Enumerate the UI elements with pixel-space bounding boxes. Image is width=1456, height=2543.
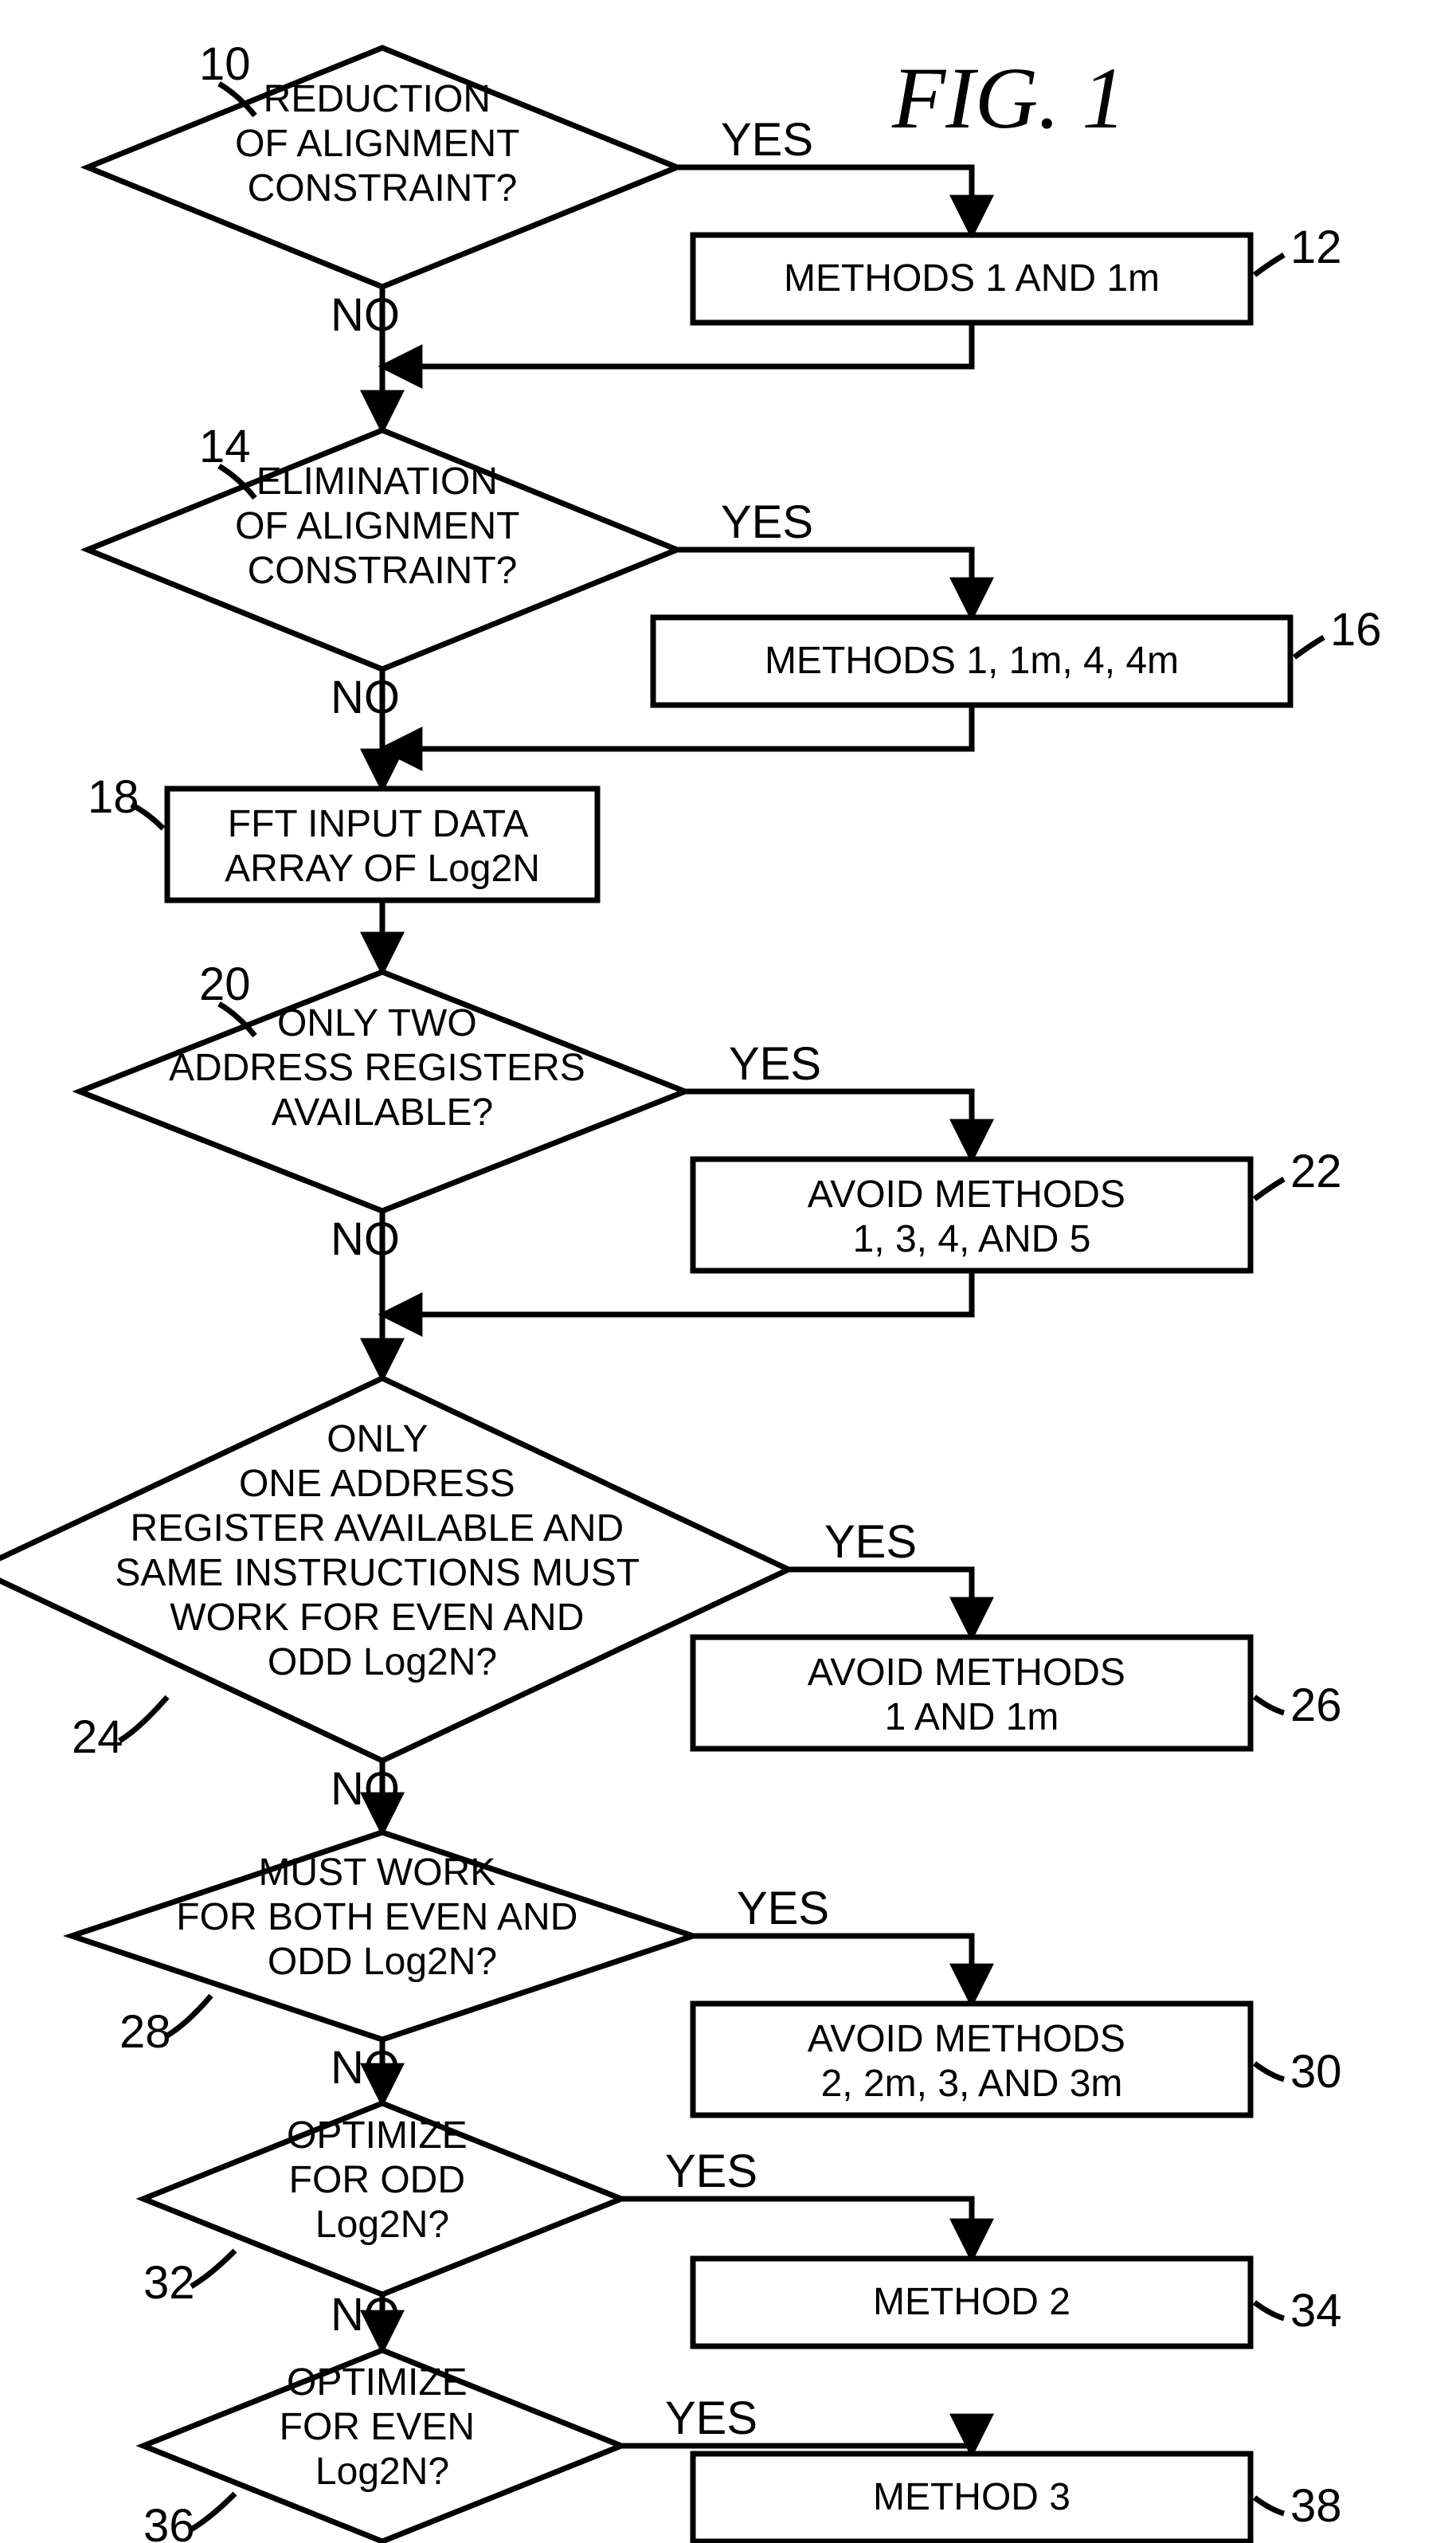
refnum-16: 16 — [1330, 604, 1382, 656]
process-30: AVOID METHODS 2, 2m, 3, AND 3m — [693, 2004, 1251, 2115]
label-20-no: NO — [331, 1213, 400, 1265]
leader-26 — [1254, 1697, 1284, 1713]
leader-22 — [1254, 1179, 1284, 1199]
label-10-yes: YES — [721, 114, 813, 166]
refnum-38: 38 — [1290, 2480, 1342, 2532]
process-38: METHOD 3 — [693, 2454, 1251, 2541]
refnum-12: 12 — [1290, 221, 1342, 273]
label-24-yes: YES — [824, 1516, 917, 1568]
leader-38 — [1254, 2498, 1284, 2514]
leader-28 — [167, 1996, 211, 2036]
refnum-30: 30 — [1290, 2046, 1342, 2098]
refnum-22: 22 — [1290, 1146, 1342, 1197]
refnum-32: 32 — [143, 2257, 195, 2309]
leader-16 — [1294, 637, 1324, 657]
refnum-24: 24 — [72, 1711, 123, 1763]
edge-12-merge — [382, 323, 972, 366]
process-12: METHODS 1 AND 1m — [693, 235, 1251, 323]
edge-32-yes — [621, 2199, 972, 2259]
label-32-no: NO — [331, 2289, 400, 2341]
refnum-36: 36 — [143, 2500, 195, 2543]
process-18: FFT INPUT DATA ARRAY OF Log2N — [167, 789, 597, 900]
edge-16-merge — [382, 705, 972, 749]
refnum-26: 26 — [1290, 1679, 1342, 1731]
label-24-no: NO — [331, 1763, 400, 1815]
refnum-14: 14 — [199, 421, 251, 472]
refnum-34: 34 — [1290, 2285, 1342, 2337]
edge-28-yes — [693, 1936, 972, 2004]
process-16-text: METHODS 1, 1m, 4, 4m — [765, 640, 1179, 682]
label-28-yes: YES — [737, 1883, 829, 1934]
process-22: AVOID METHODS 1, 3, 4, AND 5 — [693, 1159, 1251, 1271]
edge-24-yes — [789, 1569, 972, 1637]
leader-12 — [1254, 255, 1284, 275]
leader-34 — [1254, 2302, 1284, 2318]
process-12-text: METHODS 1 AND 1m — [784, 257, 1160, 300]
refnum-18: 18 — [88, 771, 139, 823]
leader-36 — [191, 2494, 235, 2529]
edge-14-yes — [677, 550, 972, 617]
edge-22-merge — [382, 1271, 972, 1315]
decision-24: ONLY ONE ADDRESS REGISTER AVAILABLE AND … — [0, 1378, 789, 1761]
leader-24 — [119, 1697, 167, 1741]
decision-10-text: REDUCTION OF ALIGNMENT CONSTRAINT? — [235, 78, 530, 210]
label-20-yes: YES — [729, 1038, 821, 1090]
decision-10: REDUCTION OF ALIGNMENT CONSTRAINT? — [88, 48, 677, 287]
decision-32-text: OPTIMIZE FOR ODD Log2N? — [287, 2114, 478, 2246]
edge-10-yes — [677, 167, 972, 235]
refnum-28: 28 — [119, 2006, 171, 2058]
label-14-yes: YES — [721, 496, 813, 548]
label-36-yes: YES — [665, 2392, 757, 2444]
leader-30 — [1254, 2063, 1284, 2079]
decision-14: ELIMINATION OF ALIGNMENT CONSTRAINT? — [88, 430, 677, 669]
flowchart-canvas: FIG. 1 REDUCTION OF ALIGNMENT CONSTRAINT… — [0, 0, 1456, 2543]
process-34-text: METHOD 2 — [873, 2281, 1070, 2323]
process-16: METHODS 1, 1m, 4, 4m — [653, 617, 1290, 705]
figure-title: FIG. 1 — [891, 49, 1125, 147]
refnum-20: 20 — [199, 958, 251, 1010]
label-28-no: NO — [331, 2042, 400, 2094]
label-14-no: NO — [331, 672, 400, 723]
process-26: AVOID METHODS 1 AND 1m — [693, 1637, 1251, 1749]
leader-32 — [191, 2251, 235, 2286]
process-34: METHOD 2 — [693, 2259, 1251, 2346]
refnum-10: 10 — [199, 38, 251, 90]
process-38-text: METHOD 3 — [873, 2476, 1070, 2518]
decision-14-text: ELIMINATION OF ALIGNMENT CONSTRAINT? — [235, 460, 530, 592]
label-10-no: NO — [331, 289, 400, 341]
decision-20: ONLY TWO ADDRESS REGISTERS AVAILABLE? — [80, 972, 685, 1211]
edge-20-yes — [685, 1091, 972, 1159]
label-32-yes: YES — [665, 2145, 757, 2197]
